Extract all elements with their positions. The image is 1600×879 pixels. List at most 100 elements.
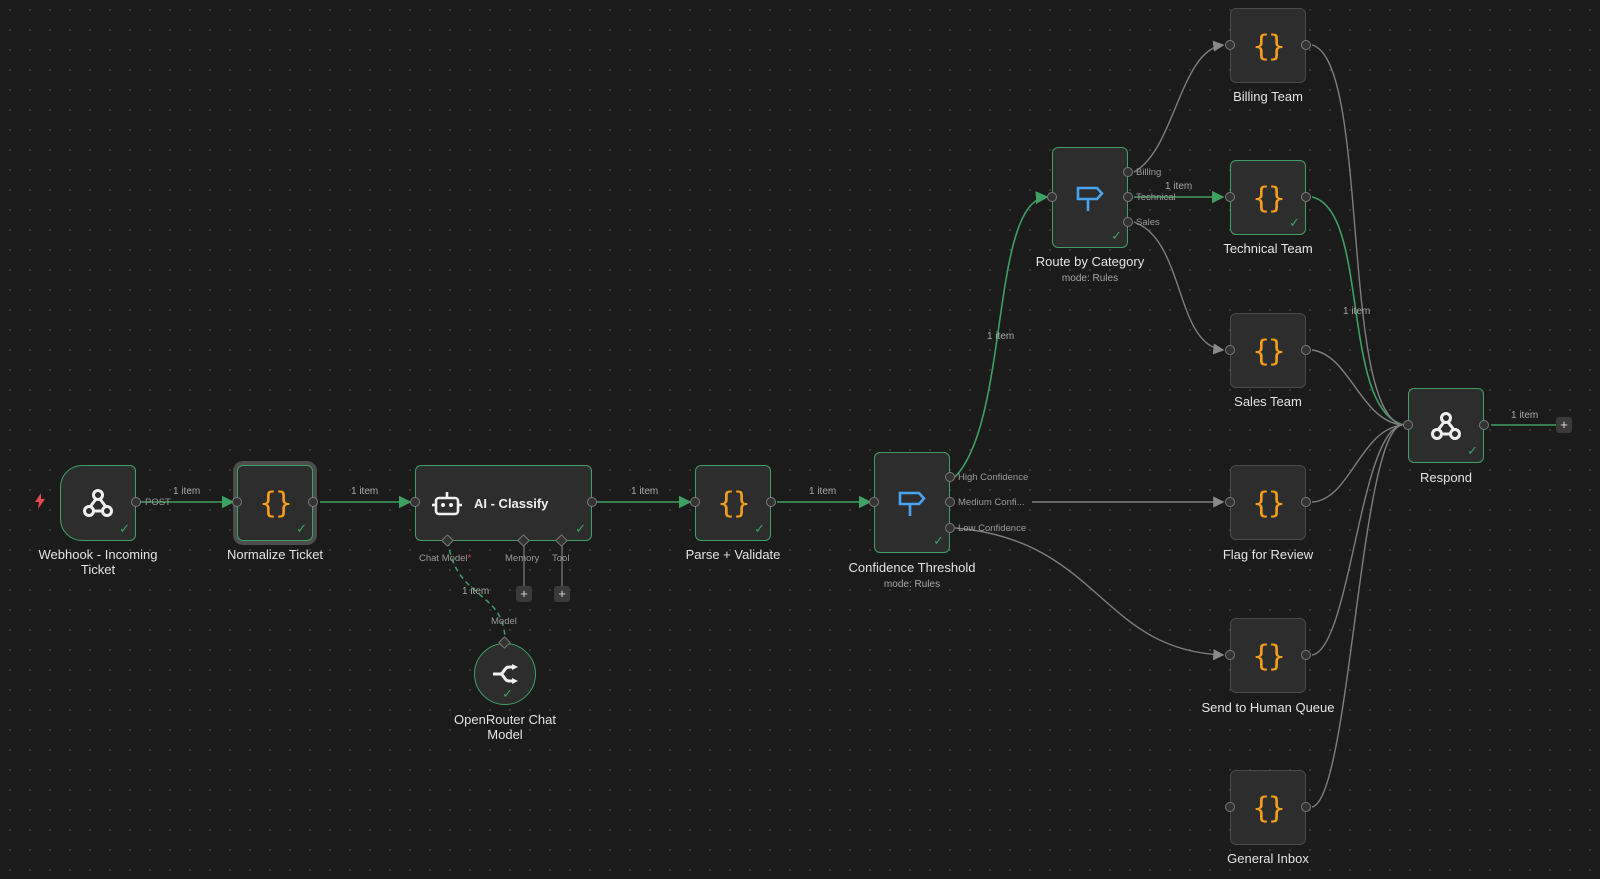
- input-port[interactable]: [232, 497, 242, 507]
- input-port[interactable]: [1225, 650, 1235, 660]
- edge-confidence-human: [954, 527, 1225, 661]
- edge-general-respond: [1311, 424, 1403, 808]
- input-port[interactable]: [1225, 497, 1235, 507]
- node-respond[interactable]: ✓: [1408, 388, 1484, 463]
- input-port[interactable]: [690, 497, 700, 507]
- success-check-icon: ✓: [502, 687, 513, 702]
- node-send-to-human-queue[interactable]: {}: [1230, 618, 1306, 693]
- output-port[interactable]: [766, 497, 776, 507]
- node-parse-validate[interactable]: {} ✓: [695, 465, 771, 541]
- input-port[interactable]: [410, 497, 420, 507]
- trigger-bolt-icon: [33, 493, 47, 514]
- output-port[interactable]: [1301, 802, 1311, 812]
- success-check-icon: ✓: [1111, 229, 1122, 244]
- success-check-icon: ✓: [1289, 216, 1300, 231]
- robot-icon: [432, 490, 462, 523]
- success-check-icon: ✓: [933, 534, 944, 549]
- node-billing-team[interactable]: {}: [1230, 8, 1306, 83]
- output-port-sales[interactable]: [1123, 217, 1133, 227]
- node-sales-team[interactable]: {}: [1230, 313, 1306, 388]
- success-check-icon: ✓: [575, 522, 586, 537]
- output-port-technical[interactable]: [1123, 192, 1133, 202]
- edge-label: 1 item: [987, 331, 1015, 342]
- success-check-icon: ✓: [296, 522, 307, 537]
- tool-port-label: Tool: [552, 553, 570, 564]
- success-check-icon: ✓: [119, 522, 130, 537]
- node-label: General Inbox: [1227, 851, 1309, 866]
- edge-route-sales: [1133, 221, 1225, 355]
- add-memory-button[interactable]: +: [516, 586, 532, 602]
- input-port[interactable]: [1047, 192, 1057, 202]
- code-braces-icon: {}: [1252, 333, 1286, 368]
- node-confidence-threshold[interactable]: ✓: [874, 452, 950, 553]
- edge-flag-respond: [1311, 424, 1403, 503]
- output-port[interactable]: [1301, 40, 1311, 50]
- output-port[interactable]: [1301, 345, 1311, 355]
- input-port[interactable]: [1403, 420, 1413, 430]
- edge-label: 1 item: [809, 486, 837, 497]
- model-input-label: Model: [491, 616, 517, 627]
- node-mode: mode: Rules: [1061, 273, 1119, 284]
- input-port[interactable]: [1225, 40, 1235, 50]
- code-braces-icon: {}: [1252, 28, 1286, 63]
- node-label: Respond: [1419, 470, 1473, 485]
- code-braces-icon: {}: [1252, 790, 1286, 825]
- output-port[interactable]: [131, 497, 141, 507]
- node-ai-classify[interactable]: AI - Classify ✓: [415, 465, 592, 541]
- node-label: Webhook - Incoming Ticket: [38, 547, 158, 577]
- output-port[interactable]: [1479, 420, 1489, 430]
- input-port[interactable]: [1225, 345, 1235, 355]
- edge-label: 1 item: [1343, 306, 1371, 317]
- input-port[interactable]: [1225, 192, 1235, 202]
- node-webhook-incoming-ticket[interactable]: ✓: [60, 465, 136, 541]
- chat-model-port-label: Chat Model*: [419, 553, 472, 564]
- node-label: Billing Team: [1233, 89, 1303, 104]
- output-port[interactable]: [587, 497, 597, 507]
- edge-label: 1 item: [351, 486, 379, 497]
- webhook-output-label: POST: [145, 497, 171, 508]
- add-tool-button[interactable]: +: [554, 586, 570, 602]
- output-port[interactable]: [1301, 192, 1311, 202]
- memory-port-label: Memory: [505, 553, 540, 564]
- output-port[interactable]: [1301, 497, 1311, 507]
- node-flag-for-review[interactable]: {}: [1230, 465, 1306, 540]
- node-label: Flag for Review: [1222, 547, 1314, 562]
- node-label: Parse + Validate: [685, 547, 781, 562]
- node-route-by-category[interactable]: ✓: [1052, 147, 1128, 248]
- node-technical-team[interactable]: {} ✓: [1230, 160, 1306, 235]
- connections-layer: [140, 40, 1558, 808]
- node-label: Route by Category: [1035, 254, 1145, 269]
- edge-label: 1 item: [1165, 181, 1193, 192]
- node-label: Normalize Ticket: [226, 547, 324, 562]
- node-label: Confidence Threshold: [848, 560, 976, 575]
- output-label-billing: Billing: [1136, 167, 1162, 178]
- output-port-medium[interactable]: [945, 497, 955, 507]
- edge-billing-respond: [1311, 44, 1403, 426]
- node-label: Technical Team: [1223, 241, 1313, 256]
- output-label-sales: Sales: [1136, 217, 1160, 228]
- node-title: AI - Classify: [474, 495, 549, 511]
- add-node-button[interactable]: +: [1556, 417, 1572, 433]
- input-port[interactable]: [1225, 802, 1235, 812]
- edge-route-billing: [1133, 40, 1225, 173]
- output-port-billing[interactable]: [1123, 167, 1133, 177]
- node-mode: mode: Rules: [883, 579, 941, 590]
- output-port-high[interactable]: [945, 472, 955, 482]
- code-braces-icon: {}: [1252, 485, 1286, 520]
- node-label: Sales Team: [1234, 394, 1302, 409]
- output-port[interactable]: [308, 497, 318, 507]
- node-openrouter-chat-model[interactable]: ✓: [474, 643, 536, 705]
- success-check-icon: ✓: [1467, 444, 1478, 459]
- code-braces-icon: {}: [1252, 638, 1286, 673]
- output-port-low[interactable]: [945, 523, 955, 533]
- node-label: OpenRouter Chat Model: [454, 712, 556, 742]
- input-port[interactable]: [869, 497, 879, 507]
- output-port[interactable]: [1301, 650, 1311, 660]
- output-label-low: Low Confidence: [958, 523, 1027, 534]
- output-label-medium: Medium Confi...: [958, 497, 1025, 508]
- edge-human-respond: [1311, 424, 1403, 656]
- node-normalize-ticket[interactable]: {} ✓: [237, 465, 313, 541]
- node-general-inbox[interactable]: {}: [1230, 770, 1306, 845]
- success-check-icon: ✓: [754, 522, 765, 537]
- output-label-technical: Technical: [1136, 192, 1176, 203]
